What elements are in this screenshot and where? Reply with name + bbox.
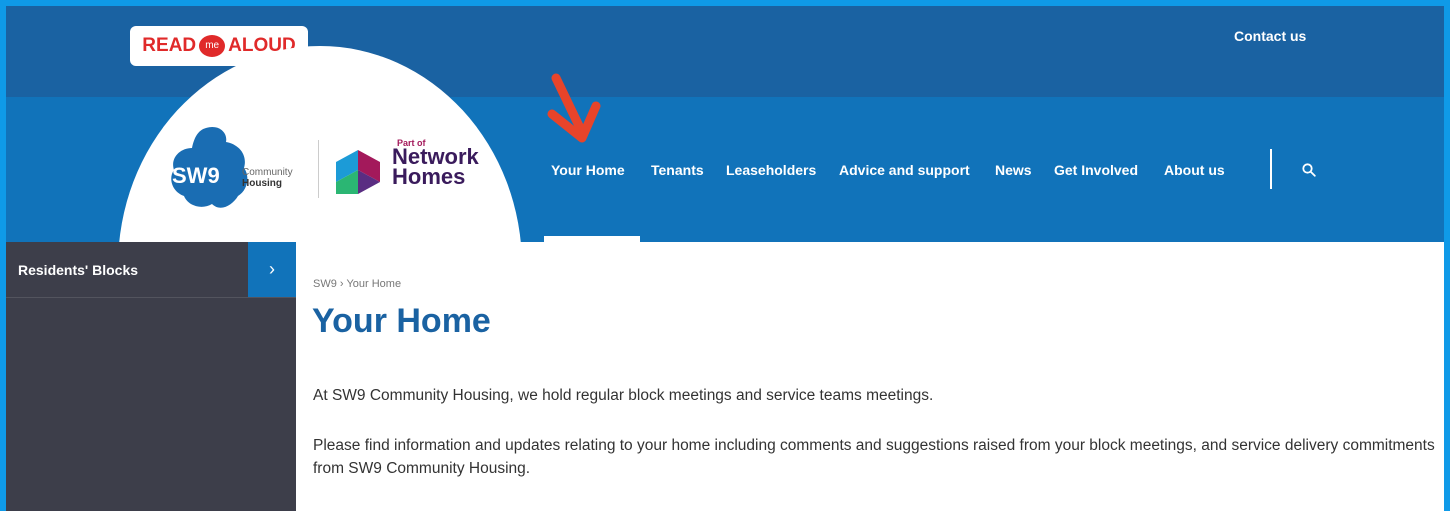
search-icon[interactable]: [1302, 163, 1316, 177]
nav-your-home[interactable]: Your Home: [551, 162, 625, 178]
breadcrumb-current: Your Home: [346, 278, 402, 290]
breadcrumb-root-link[interactable]: SW9: [313, 278, 337, 290]
contact-us-link[interactable]: Contact us: [1234, 28, 1306, 44]
annotation-arrow-icon: [547, 73, 601, 143]
sidebar: Residents' Blocks ›: [6, 242, 296, 511]
breadcrumb: SW9 › Your Home: [313, 278, 401, 290]
sw9-logo-text: SW9: [172, 163, 220, 188]
community-housing-text: Community Housing: [242, 167, 293, 189]
read-aloud-text-left: READ: [142, 35, 197, 56]
community-text: Community: [242, 167, 293, 178]
nav-about-us[interactable]: About us: [1164, 162, 1225, 178]
sidebar-item-residents-blocks[interactable]: Residents' Blocks: [6, 242, 248, 297]
nav-advice-and-support[interactable]: Advice and support: [839, 162, 970, 178]
speech-bubble-icon: me: [199, 35, 226, 57]
nav-get-involved[interactable]: Get Involved: [1054, 162, 1138, 178]
sidebar-expand-button[interactable]: ›: [248, 242, 296, 297]
chevron-right-icon: ›: [269, 259, 275, 279]
page: READ me ALOUD Contact us SW9 Community H…: [6, 6, 1444, 511]
nav-separator: [1270, 149, 1272, 189]
sidebar-item-label: Residents' Blocks: [18, 262, 139, 278]
logo-divider: [318, 140, 319, 198]
sidebar-divider: [6, 297, 296, 298]
info-paragraph: Please find information and updates rela…: [313, 437, 1435, 477]
page-title: Your Home: [312, 302, 491, 340]
housing-text: Housing: [242, 178, 282, 189]
intro-paragraph: At SW9 Community Housing, we hold regula…: [313, 387, 934, 404]
network-homes-name: Network Homes: [392, 146, 479, 189]
breadcrumb-separator-icon: ›: [339, 278, 344, 290]
nav-tenants[interactable]: Tenants: [651, 162, 704, 178]
active-nav-indicator: [544, 236, 640, 242]
homes-text: Homes: [392, 164, 466, 189]
nav-news[interactable]: News: [995, 162, 1032, 178]
network-homes-logo-icon[interactable]: [334, 148, 384, 196]
nav-leaseholders[interactable]: Leaseholders: [726, 162, 816, 178]
